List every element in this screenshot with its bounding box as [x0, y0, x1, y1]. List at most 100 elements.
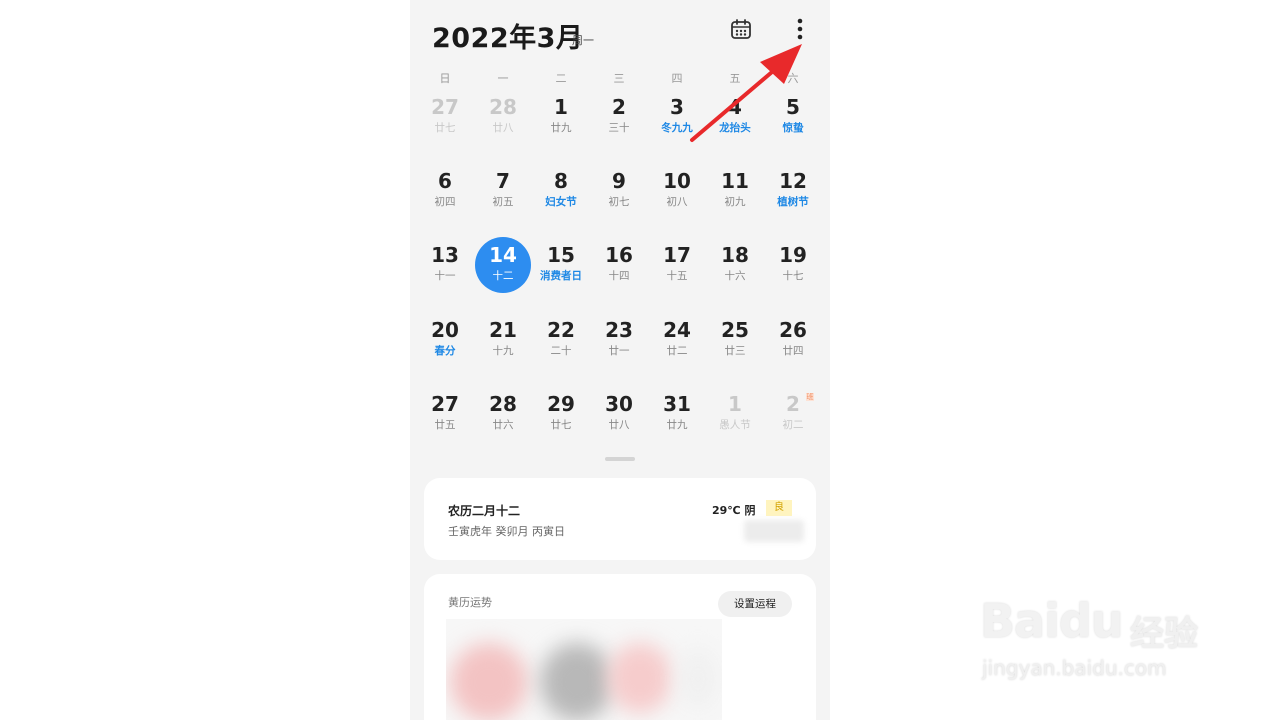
calendar-day[interactable]: 23 廿一: [590, 315, 648, 375]
lunar-day-label: 二十: [550, 345, 572, 357]
calendar-day[interactable]: 15 消费者日: [532, 240, 590, 300]
calendar-day[interactable]: 30 廿八: [590, 389, 648, 449]
day-number: 21: [489, 318, 517, 342]
calendar-day[interactable]: 28 廿八: [474, 92, 532, 152]
lunar-day-label: 初二: [782, 419, 804, 431]
almanac-title: 黄历运势: [448, 596, 492, 609]
day-number: 7: [496, 169, 510, 193]
day-number: 20: [431, 318, 459, 342]
lunar-day-label: 廿一: [608, 345, 630, 357]
calendar-day[interactable]: 2 初二班: [764, 389, 822, 449]
lunar-day-label: 初五: [492, 196, 514, 208]
day-number: 6: [438, 169, 452, 193]
calendar-day[interactable]: 10 初八: [648, 166, 706, 226]
day-number: 25: [721, 318, 749, 342]
baidu-jingyan-watermark: Baidu 经验 jingyan.baidu.com: [980, 580, 1220, 700]
festival-label: 春分: [434, 345, 456, 357]
weekday-label: 一: [497, 72, 509, 85]
calendar-day[interactable]: 16 十四: [590, 240, 648, 300]
watermark-cn: 经验: [1130, 614, 1198, 654]
lunar-day-label: 廿二: [666, 345, 688, 357]
calendar-day-selected[interactable]: 14 十二: [474, 237, 532, 300]
drag-handle[interactable]: [605, 457, 635, 461]
lunar-day-label: 十四: [608, 270, 630, 282]
calendar-icon[interactable]: [730, 18, 752, 40]
day-number: 28: [489, 95, 517, 119]
lunar-day-label: 愚人节: [719, 419, 751, 431]
festival-label: 消费者日: [540, 270, 582, 282]
day-number: 15: [547, 243, 575, 267]
day-number: 17: [663, 243, 691, 267]
calendar-day[interactable]: 24 廿二: [648, 315, 706, 375]
festival-label: 冬九九: [661, 122, 693, 134]
calendar-day[interactable]: 27 廿七: [416, 92, 474, 152]
calendar-day[interactable]: 8 妇女节: [532, 166, 590, 226]
lunar-day-label: 廿九: [666, 419, 688, 431]
calendar-day[interactable]: 26 廿四: [764, 315, 822, 375]
day-number: 28: [489, 392, 517, 416]
lunar-day-label: 廿七: [550, 419, 572, 431]
calendar-day[interactable]: 7 初五: [474, 166, 532, 226]
day-number: 10: [663, 169, 691, 193]
festival-label: 妇女节: [545, 196, 577, 208]
weekday-label: 五: [729, 72, 741, 85]
weekday-label: 日: [439, 72, 451, 85]
calendar-day[interactable]: 25 廿三: [706, 315, 764, 375]
ganzhi-text: 壬寅虎年 癸卯月 丙寅日: [448, 525, 565, 538]
day-number: 24: [663, 318, 691, 342]
day-number: 27: [431, 95, 459, 119]
more-vertical-icon[interactable]: [790, 16, 810, 42]
calendar-day[interactable]: 1 愚人节: [706, 389, 764, 449]
lunar-day-label: 廿六: [492, 419, 514, 431]
day-number: 1: [728, 392, 742, 416]
calendar-day[interactable]: 5 惊蛰: [764, 92, 822, 152]
weekday-label: 二: [555, 72, 567, 85]
day-number: 5: [786, 95, 800, 119]
day-number: 3: [670, 95, 684, 119]
lunar-day-label: 初七: [608, 196, 630, 208]
calendar-day[interactable]: 18 十六: [706, 240, 764, 300]
day-number: 18: [721, 243, 749, 267]
calendar-day[interactable]: 12 植树节: [764, 166, 822, 226]
calendar-day[interactable]: 6 初四: [416, 166, 474, 226]
calendar-day[interactable]: 27 廿五: [416, 389, 474, 449]
lunar-day-label: 十一: [434, 270, 456, 282]
calendar-day[interactable]: 1 廿九: [532, 92, 590, 152]
weather-text: 29℃ 阴: [712, 504, 756, 517]
lunar-day-label: 廿八: [608, 419, 630, 431]
blurred-fortune-content: [446, 619, 722, 720]
weekday-header: 日 一 二 三 四 五 六: [410, 70, 830, 86]
calendar-day[interactable]: 31 廿九: [648, 389, 706, 449]
calendar-day[interactable]: 21 十九: [474, 315, 532, 375]
calendar-day[interactable]: 13 十一: [416, 240, 474, 300]
month-title[interactable]: 2022年3月: [432, 16, 583, 55]
almanac-card[interactable]: 黄历运势 设置运程: [424, 574, 816, 720]
lunar-day-label: 十六: [724, 270, 746, 282]
day-number: 4: [728, 95, 742, 119]
calendar-day[interactable]: 20 春分: [416, 315, 474, 375]
day-number: 29: [547, 392, 575, 416]
calendar-day[interactable]: 2 三十: [590, 92, 648, 152]
day-number: 22: [547, 318, 575, 342]
calendar-day[interactable]: 19 十七: [764, 240, 822, 300]
lunar-day-label: 廿八: [492, 122, 514, 134]
lunar-day-label: 初四: [434, 196, 456, 208]
calendar-day[interactable]: 3 冬九九: [648, 92, 706, 152]
lunar-day-label: 廿五: [434, 419, 456, 431]
day-number: 11: [721, 169, 749, 193]
calendar-day[interactable]: 17 十五: [648, 240, 706, 300]
lunar-day-label: 十九: [492, 345, 514, 357]
calendar-day[interactable]: 11 初九: [706, 166, 764, 226]
calendar-day[interactable]: 9 初七: [590, 166, 648, 226]
weekday-label: 三: [613, 72, 625, 85]
weekday-label: 六: [787, 72, 799, 85]
calendar-day[interactable]: 4 龙抬头: [706, 92, 764, 152]
calendar-day[interactable]: 29 廿七: [532, 389, 590, 449]
lunar-info-card[interactable]: 农历二月十二 壬寅虎年 癸卯月 丙寅日 29℃ 阴 良: [424, 478, 816, 560]
set-fortune-button[interactable]: 设置运程: [718, 591, 792, 617]
calendar-day[interactable]: 28 廿六: [474, 389, 532, 449]
lunar-day-label: 廿九: [550, 122, 572, 134]
air-quality-badge: 良: [766, 500, 792, 516]
weekday-label: 四: [671, 72, 683, 85]
calendar-day[interactable]: 22 二十: [532, 315, 590, 375]
